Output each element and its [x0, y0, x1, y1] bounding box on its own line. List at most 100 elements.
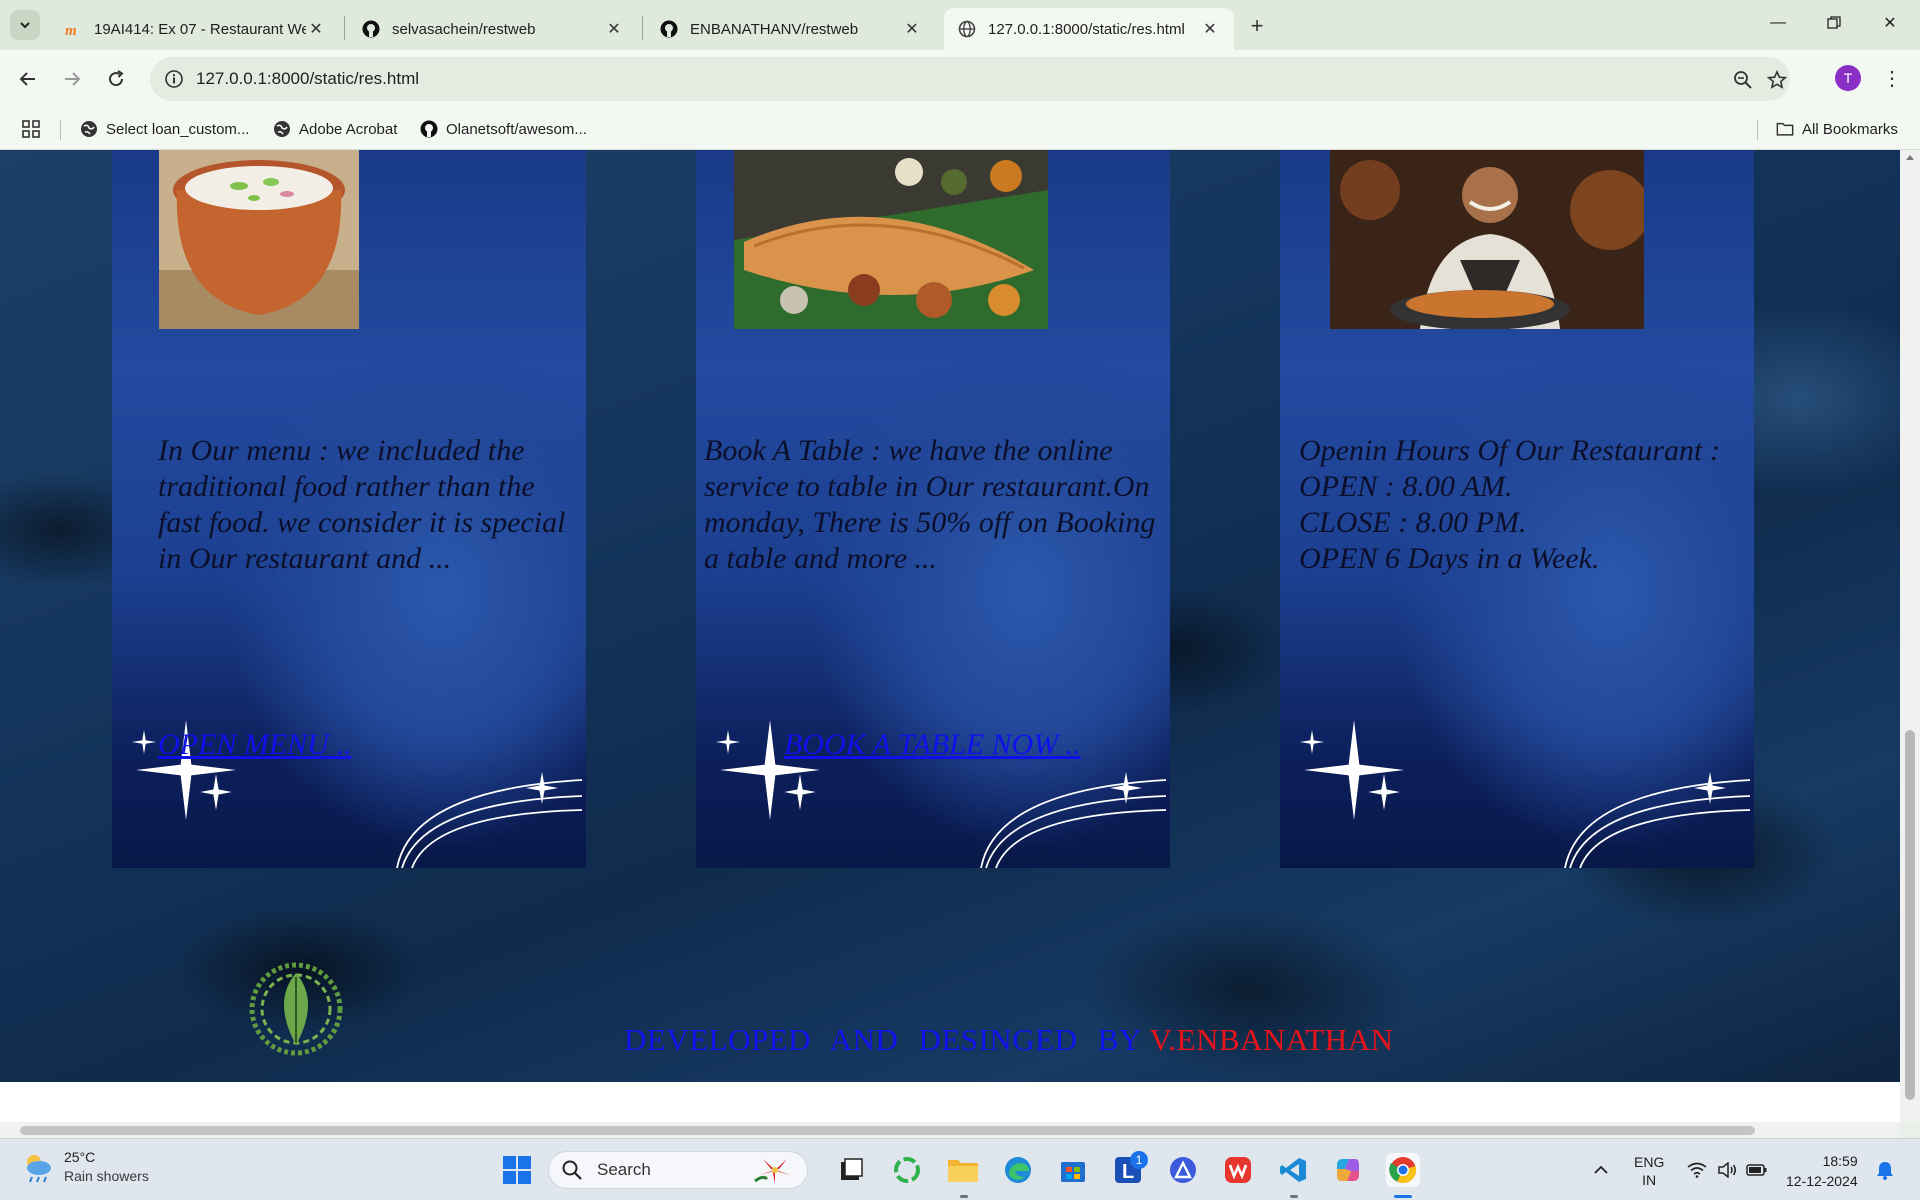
tab-selvasachein-restweb[interactable]: selvasachein/restweb ✕: [348, 8, 638, 50]
leaf-logo-icon: [249, 962, 343, 1056]
bookmark-select-loan[interactable]: Select loan_custom...: [80, 118, 249, 140]
menu-description: In Our menu : we included the traditiona…: [158, 434, 566, 575]
address-bar[interactable]: 127.0.0.1:8000/static/res.html: [150, 57, 1790, 101]
buttermilk-pot-image: [159, 150, 359, 329]
browser-toolbar: 127.0.0.1:8000/static/res.html: [0, 50, 1920, 108]
start-button[interactable]: [500, 1153, 534, 1187]
apps-button[interactable]: [22, 118, 48, 140]
input-language[interactable]: ENG IN: [1634, 1153, 1664, 1189]
book-table-description: Book A Table : we have the online servic…: [704, 434, 1156, 575]
back-button[interactable]: [12, 63, 44, 95]
edge-browser-app[interactable]: [1001, 1153, 1035, 1187]
bookmarks-bar: Select loan_custom... Adobe Acrobat Olan…: [0, 108, 1920, 150]
vertical-scrollbar[interactable]: [1900, 150, 1920, 1122]
open-menu-link[interactable]: OPEN MENU ..: [158, 728, 351, 762]
horizontal-scroll-thumb[interactable]: [20, 1126, 1755, 1135]
menu-icon[interactable]: ⋮: [1882, 65, 1902, 91]
app-active-indicator: [1394, 1195, 1412, 1198]
dosa-platter-image: [734, 150, 1048, 329]
wps-office-app[interactable]: [1221, 1153, 1255, 1187]
triangle-app[interactable]: [1166, 1153, 1200, 1187]
app-running-indicator: [960, 1195, 968, 1198]
zoom-icon[interactable]: [1730, 67, 1756, 93]
file-explorer-app[interactable]: [946, 1153, 980, 1187]
bookmark-adobe-acrobat[interactable]: Adobe Acrobat: [273, 118, 397, 140]
arrow-right-icon: [65, 72, 81, 86]
opening-hours-card: Openin Hours Of Our Restaurant : OPEN : …: [1280, 150, 1754, 868]
close-icon[interactable]: ✕: [604, 19, 624, 39]
chevron-down-icon: [20, 22, 30, 29]
tab-search-button[interactable]: [10, 10, 40, 40]
scroll-up-icon[interactable]: [1900, 150, 1920, 164]
store-app[interactable]: [1056, 1153, 1090, 1187]
site-info-icon[interactable]: [164, 69, 184, 89]
arrow-left-icon: [19, 72, 35, 86]
restore-icon: [1827, 16, 1841, 29]
bookmark-star-icon[interactable]: [1764, 67, 1790, 93]
bookmark-olanetsoft[interactable]: Olanetsoft/awesom...: [420, 118, 587, 140]
horizontal-scrollbar[interactable]: [0, 1122, 1900, 1138]
globe-icon: [80, 120, 98, 138]
battery-icon[interactable]: [1746, 1159, 1768, 1181]
tab-strip: m 19AI414: Ex 07 - Restaurant We ✕ selva…: [0, 0, 1920, 50]
hours-line: OPEN : 8.00 AM.: [1299, 470, 1513, 503]
tab-title: 19AI414: Ex 07 - Restaurant We: [94, 20, 306, 38]
all-bookmarks-label: All Bookmarks: [1802, 120, 1898, 138]
language-code: ENG: [1634, 1154, 1665, 1170]
copilot-app[interactable]: [1331, 1153, 1365, 1187]
show-hidden-icons-button[interactable]: [1590, 1159, 1612, 1181]
close-icon[interactable]: ✕: [902, 19, 922, 39]
close-icon[interactable]: ✕: [1200, 19, 1220, 39]
tab-enbanathanv-restweb[interactable]: ENBANATHANV/restweb ✕: [646, 8, 936, 50]
tab-restaurant-exercise[interactable]: m 19AI414: Ex 07 - Restaurant We ✕: [50, 8, 340, 50]
weather-widget[interactable]: 25°C Rain showers: [20, 1149, 149, 1184]
copilot-ring-app[interactable]: [890, 1153, 924, 1187]
folder-icon: [1776, 120, 1794, 138]
menu-card: In Our menu : we included the traditiona…: [112, 150, 586, 868]
weather-condition: Rain showers: [64, 1168, 149, 1184]
moodle-icon: m: [64, 20, 82, 38]
app-running-indicator: [1290, 1195, 1298, 1198]
bookmark-divider: [60, 120, 61, 140]
weather-temperature: 25°C: [64, 1149, 96, 1165]
reload-button[interactable]: [100, 63, 132, 95]
clock-date: 12-12-2024: [1786, 1173, 1858, 1189]
task-view-button[interactable]: [834, 1153, 868, 1187]
triangle-app-icon: [1170, 1157, 1196, 1183]
windows-taskbar: 25°C Rain showers Search L 1 ENG IN 18:5…: [0, 1138, 1920, 1200]
bookmark-label: Olanetsoft/awesom...: [446, 120, 587, 138]
windows-logo-icon: [503, 1156, 531, 1184]
url-text[interactable]: 127.0.0.1:8000/static/res.html: [196, 69, 419, 89]
github-icon: [362, 20, 380, 38]
book-table-link[interactable]: BOOK A TABLE NOW ..: [784, 728, 1081, 762]
new-tab-button[interactable]: +: [1243, 12, 1271, 40]
poinsettia-icon: [754, 1159, 791, 1184]
forward-button[interactable]: [56, 63, 88, 95]
wifi-icon[interactable]: [1686, 1159, 1708, 1181]
restore-button[interactable]: [1806, 0, 1862, 46]
notification-bell-icon[interactable]: [1874, 1159, 1896, 1181]
copilot-icon: [1337, 1159, 1359, 1181]
taskbar-search-box[interactable]: Search: [548, 1151, 808, 1189]
volume-icon[interactable]: [1716, 1159, 1738, 1181]
vscode-app[interactable]: [1276, 1153, 1310, 1187]
hours-line: CLOSE : 8.00 PM.: [1299, 506, 1527, 539]
all-bookmarks-button[interactable]: All Bookmarks: [1776, 118, 1898, 140]
opening-hours-text: Openin Hours Of Our Restaurant : OPEN : …: [1299, 433, 1754, 577]
chrome-app[interactable]: [1386, 1153, 1420, 1187]
tab-res-html[interactable]: 127.0.0.1:8000/static/res.html ✕: [944, 8, 1234, 50]
chef-cooking-image: [1330, 150, 1644, 329]
wps-icon: [1225, 1157, 1251, 1183]
close-window-button[interactable]: ✕: [1862, 0, 1918, 46]
system-clock[interactable]: 18:59 12-12-2024: [1786, 1151, 1858, 1191]
close-icon[interactable]: ✕: [306, 19, 326, 39]
tab-title: ENBANATHANV/restweb: [690, 20, 859, 38]
footer-credit: DEVELOPED AND DESINGED BY V.ENBANATHAN: [624, 1022, 1393, 1058]
vertical-scroll-thumb[interactable]: [1905, 730, 1915, 1100]
tab-divider: [642, 16, 643, 40]
clock-time: 18:59: [1822, 1153, 1858, 1169]
search-icon: [562, 1160, 582, 1180]
edge-icon: [1005, 1157, 1031, 1183]
profile-avatar[interactable]: T: [1835, 65, 1861, 91]
minimize-button[interactable]: —: [1750, 0, 1806, 46]
